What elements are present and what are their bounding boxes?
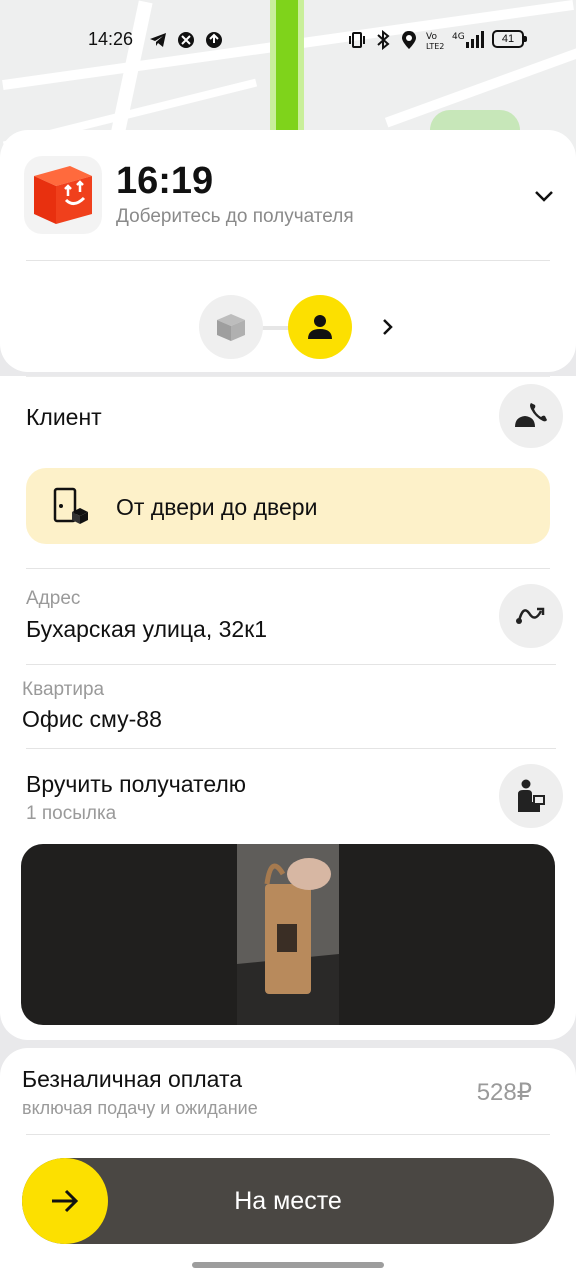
handover-title: Вручить получателю (26, 771, 247, 797)
parcel-photo[interactable] (21, 844, 555, 1025)
svg-text:4G: 4G (452, 32, 465, 42)
person-with-parcel-icon (518, 779, 545, 812)
route-line (276, 0, 298, 140)
step-parcel-button[interactable] (199, 295, 263, 359)
divider (26, 568, 550, 569)
collapse-chevron-icon[interactable] (528, 180, 560, 212)
order-details-card: Клиент От двери до двери Адрес Бухарская… (0, 376, 576, 1040)
vpn-icon (176, 30, 196, 50)
divider (26, 260, 550, 261)
upload-icon (204, 30, 224, 50)
status-time: 14:26 (88, 29, 134, 49)
svg-text:Vo: Vo (426, 32, 437, 42)
eta-time: 16:19 (116, 160, 214, 202)
parcel-app-icon (24, 156, 102, 234)
divider (26, 376, 550, 377)
door-to-door-label: От двери до двери (116, 494, 318, 520)
arrived-slider-button[interactable]: На месте (22, 1158, 554, 1244)
divider (26, 748, 556, 749)
divider (26, 1134, 550, 1135)
home-indicator[interactable] (192, 1262, 384, 1268)
slider-knob[interactable] (22, 1158, 108, 1244)
eta-subtitle: Доберитесь до получателя (116, 206, 354, 227)
payment-amount: 528₽ (476, 1079, 532, 1106)
apartment-value[interactable]: Офис сму-88 (22, 706, 162, 733)
route-button[interactable] (499, 584, 563, 648)
payment-subtitle: включая подачу и ожидание (22, 1098, 258, 1118)
handover-button[interactable] (499, 764, 563, 828)
location-icon (400, 30, 418, 50)
order-header-card: 16:19 Доберитесь до получателя (0, 130, 576, 372)
box-icon (217, 314, 245, 341)
payment-title: Безналичная оплата (22, 1066, 243, 1092)
svg-text:LTE2: LTE2 (426, 42, 444, 50)
apartment-caption: Квартира (22, 679, 105, 700)
door-parcel-icon (53, 487, 88, 524)
phone-chat-icon (515, 403, 547, 427)
address-caption: Адрес (26, 588, 81, 609)
call-client-button[interactable] (499, 384, 563, 448)
person-icon (308, 315, 332, 339)
divider (26, 664, 556, 665)
battery-level: 41 (501, 33, 515, 45)
next-step-chevron-icon[interactable] (376, 314, 400, 340)
door-to-door-banner: От двери до двери (26, 468, 550, 544)
bottom-action-area: На месте (0, 1138, 576, 1280)
arrow-right-icon (52, 1189, 79, 1213)
signal-4g-icon: 4G (452, 30, 486, 50)
volte-icon: Vo LTE2 (426, 30, 448, 50)
telegram-icon (148, 30, 168, 50)
parcel-photo-image (237, 844, 339, 1025)
vibrate-icon (348, 30, 366, 50)
route-icon (516, 607, 545, 624)
handover-subtitle: 1 посылка (26, 803, 117, 824)
bluetooth-icon (374, 30, 392, 50)
client-label: Клиент (26, 404, 102, 430)
battery-indicator: 41 (492, 30, 527, 48)
address-value[interactable]: Бухарская улица, 32к1 (26, 616, 267, 643)
step-client-button[interactable] (288, 295, 352, 359)
status-bar: 14:26 Vo LTE2 4G 41 (0, 22, 576, 58)
